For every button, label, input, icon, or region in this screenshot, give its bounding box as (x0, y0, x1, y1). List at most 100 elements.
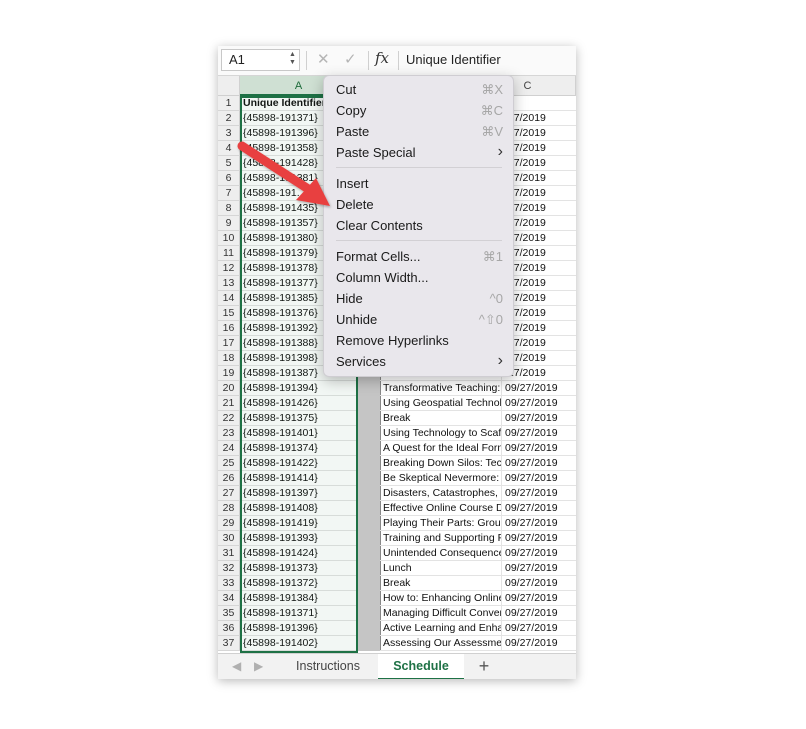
cell-a[interactable]: {45898-191414} (240, 471, 358, 485)
cell-c[interactable]: 09/27/2019 (502, 456, 576, 470)
cell-b[interactable]: Using Technology to Scaffo (380, 426, 502, 440)
cell-c[interactable]: 09/27/2019 (502, 516, 576, 530)
cell-b[interactable]: Unintended Consequences (380, 546, 502, 560)
cell-b[interactable]: Playing Their Parts: Group (380, 516, 502, 530)
name-box-stepper-icon[interactable]: ▲ ▼ (289, 51, 296, 67)
row-header[interactable]: 12 (218, 261, 240, 276)
menu-item-paste-special[interactable]: Paste Special › (324, 143, 515, 164)
cell-c[interactable]: 09/27/2019 (502, 591, 576, 605)
row-header[interactable]: 13 (218, 276, 240, 291)
row-header[interactable]: 21 (218, 396, 240, 411)
row-header[interactable]: 11 (218, 246, 240, 261)
cell-c[interactable]: 09/27/2019 (502, 501, 576, 515)
cell-a[interactable]: {45898-191424} (240, 546, 358, 560)
menu-item-services[interactable]: Services › (324, 352, 515, 373)
cell-a[interactable]: {45898-191384} (240, 591, 358, 605)
tab-schedule[interactable]: Schedule (378, 654, 464, 679)
cell-a[interactable]: {45898-191371} (240, 606, 358, 620)
cell-c[interactable]: 09/27/2019 (502, 411, 576, 425)
cell-a[interactable]: {45898-191401} (240, 426, 358, 440)
cell-b[interactable]: Be Skeptical Nevermore: G (380, 471, 502, 485)
row-header[interactable]: 6 (218, 171, 240, 186)
row-header[interactable]: 37 (218, 636, 240, 651)
row-header[interactable]: 22 (218, 411, 240, 426)
tab-instructions[interactable]: Instructions (286, 654, 370, 679)
cell-c[interactable]: 09/27/2019 (502, 441, 576, 455)
cell-a[interactable]: {45898-191373} (240, 561, 358, 575)
cell-b[interactable]: Transformative Teaching: T (380, 381, 502, 395)
row-header[interactable]: 9 (218, 216, 240, 231)
cell-c[interactable]: 09/27/2019 (502, 576, 576, 590)
cell-b[interactable]: Managing Difficult Conver (380, 606, 502, 620)
row-header[interactable]: 14 (218, 291, 240, 306)
cell-a[interactable]: {45898-191372} (240, 576, 358, 590)
cell-b[interactable]: How to: Enhancing Online (380, 591, 502, 605)
row-header[interactable]: 4 (218, 141, 240, 156)
prev-sheet-icon[interactable]: ◀ (232, 659, 241, 673)
row-header[interactable]: 19 (218, 366, 240, 381)
row-header[interactable]: 2 (218, 111, 240, 126)
row-header[interactable]: 23 (218, 426, 240, 441)
cell-a[interactable]: {45898-191396} (240, 621, 358, 635)
row-header[interactable]: 7 (218, 186, 240, 201)
cell-a[interactable]: {45898-191426} (240, 396, 358, 410)
menu-item-unhide[interactable]: Unhide ^⇧0 (324, 310, 515, 331)
row-header[interactable]: 30 (218, 531, 240, 546)
menu-item-clear-contents[interactable]: Clear Contents (324, 216, 515, 237)
cell-c[interactable]: 09/27/2019 (502, 381, 576, 395)
cell-a[interactable]: {45898-191374} (240, 441, 358, 455)
row-header[interactable]: 36 (218, 621, 240, 636)
row-header[interactable]: 33 (218, 576, 240, 591)
cell-a[interactable]: {45898-191397} (240, 486, 358, 500)
row-header[interactable]: 5 (218, 156, 240, 171)
row-header[interactable]: 35 (218, 606, 240, 621)
menu-item-format-cells[interactable]: Format Cells... ⌘1 (324, 247, 515, 268)
row-header[interactable]: 26 (218, 471, 240, 486)
menu-item-copy[interactable]: Copy ⌘C (324, 101, 515, 122)
row-header[interactable]: 31 (218, 546, 240, 561)
cell-b[interactable]: Training and Supporting Fa (380, 531, 502, 545)
cell-a[interactable]: {45898-191375} (240, 411, 358, 425)
cell-c[interactable]: 09/27/2019 (502, 426, 576, 440)
menu-item-remove-hyperlinks[interactable]: Remove Hyperlinks (324, 331, 515, 352)
formula-input[interactable]: Unique Identifier (406, 52, 501, 67)
row-header[interactable]: 15 (218, 306, 240, 321)
row-header[interactable]: 27 (218, 486, 240, 501)
fx-icon[interactable]: fx (375, 49, 389, 67)
next-sheet-icon[interactable]: ▶ (254, 659, 263, 673)
cell-b[interactable]: Lunch (380, 561, 502, 575)
select-all-corner[interactable] (218, 76, 240, 96)
cell-c[interactable]: 09/27/2019 (502, 486, 576, 500)
cell-b[interactable]: Break (380, 576, 502, 590)
cell-c[interactable]: 09/27/2019 (502, 636, 576, 650)
row-header[interactable]: 28 (218, 501, 240, 516)
menu-item-insert[interactable]: Insert (324, 174, 515, 195)
cell-c[interactable]: 09/27/2019 (502, 606, 576, 620)
cell-a[interactable]: {45898-191393} (240, 531, 358, 545)
row-header[interactable]: 18 (218, 351, 240, 366)
row-header[interactable]: 1 (218, 96, 240, 111)
cell-b[interactable]: Active Learning and Enhan (380, 621, 502, 635)
row-header[interactable]: 25 (218, 456, 240, 471)
menu-item-delete[interactable]: Delete (324, 195, 515, 216)
check-icon[interactable]: ✓ (344, 50, 357, 68)
row-header[interactable]: 24 (218, 441, 240, 456)
cell-b[interactable]: A Quest for the Ideal Forma (380, 441, 502, 455)
cell-c[interactable]: 09/27/2019 (502, 471, 576, 485)
row-header[interactable]: 20 (218, 381, 240, 396)
row-header[interactable]: 16 (218, 321, 240, 336)
cell-b[interactable]: Disasters, Catastrophes, ar (380, 486, 502, 500)
cell-c[interactable]: 09/27/2019 (502, 531, 576, 545)
menu-item-cut[interactable]: Cut ⌘X (324, 80, 515, 101)
cell-a[interactable]: {45898-191408} (240, 501, 358, 515)
row-header[interactable]: 34 (218, 591, 240, 606)
cell-b[interactable]: Using Geospatial Technolo (380, 396, 502, 410)
cell-c[interactable]: 09/27/2019 (502, 546, 576, 560)
cell-a[interactable]: {45898-191394} (240, 381, 358, 395)
add-sheet-button[interactable]: + (470, 654, 498, 679)
cell-c[interactable]: 09/27/2019 (502, 396, 576, 410)
row-header[interactable]: 17 (218, 336, 240, 351)
cell-b[interactable]: Assessing Our Assessments (380, 636, 502, 650)
cell-c[interactable]: 09/27/2019 (502, 561, 576, 575)
x-icon[interactable]: ✕ (317, 50, 330, 68)
